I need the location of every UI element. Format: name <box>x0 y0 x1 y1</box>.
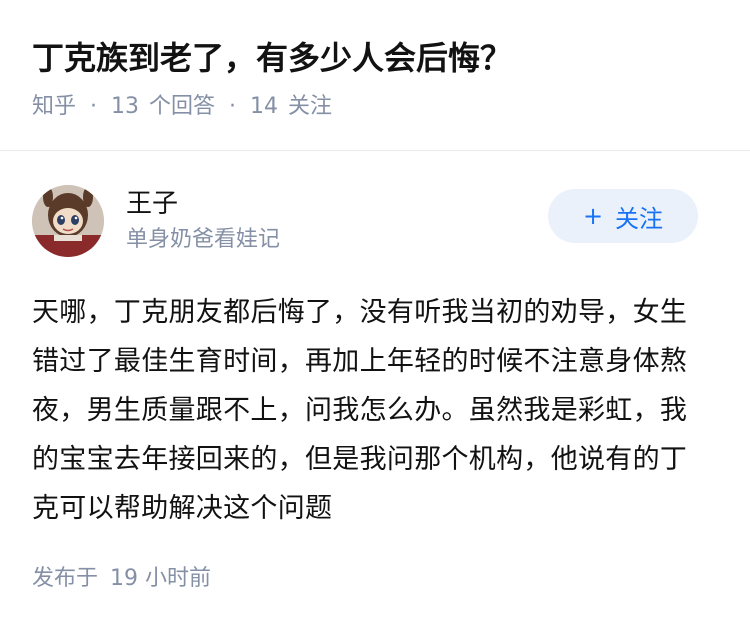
avatar[interactable] <box>32 185 104 257</box>
answer-content[interactable]: 天哪，丁克朋友都后悔了，没有听我当初的劝导，女生错过了最佳生育时间，再加上年轻的… <box>32 288 698 533</box>
author-info: 王子 单身奶爸看娃记 <box>126 187 548 255</box>
published-label: 发布于 <box>32 566 99 591</box>
publish-time: 发布于 19 小时前 <box>32 564 211 594</box>
author-row: 王子 单身奶爸看娃记 + 关注 <box>32 184 698 258</box>
follow-button-label: 关注 <box>615 204 664 233</box>
section-divider <box>0 150 750 151</box>
question-title[interactable]: 丁克族到老了，有多少人会后悔？ <box>32 36 726 80</box>
meta-separator: · <box>90 94 98 119</box>
follows-count: 14 <box>250 94 279 119</box>
meta-separator: · <box>229 94 237 119</box>
follows-label: 关注 <box>288 94 333 119</box>
avatar-doll-image <box>32 185 104 257</box>
author-bio: 单身奶爸看娃记 <box>126 227 281 252</box>
question-meta: 知乎 · 13 个回答 · 14 关注 <box>32 92 726 122</box>
published-time: 19 小时前 <box>110 566 212 591</box>
answers-label: 个回答 <box>149 94 216 119</box>
answer-card: 王子 单身奶爸看娃记 + 关注 天哪，丁克朋友都后悔了，没有听我当初的劝导，女生… <box>32 184 698 533</box>
follow-button[interactable]: + 关注 <box>548 189 698 243</box>
answers-count: 13 <box>111 94 140 119</box>
question-header: 丁克族到老了，有多少人会后悔？ 知乎 · 13 个回答 · 14 关注 <box>32 36 726 122</box>
author-name[interactable]: 王子 <box>126 187 548 221</box>
source-label: 知乎 <box>32 94 77 119</box>
plus-icon: + <box>582 202 604 230</box>
